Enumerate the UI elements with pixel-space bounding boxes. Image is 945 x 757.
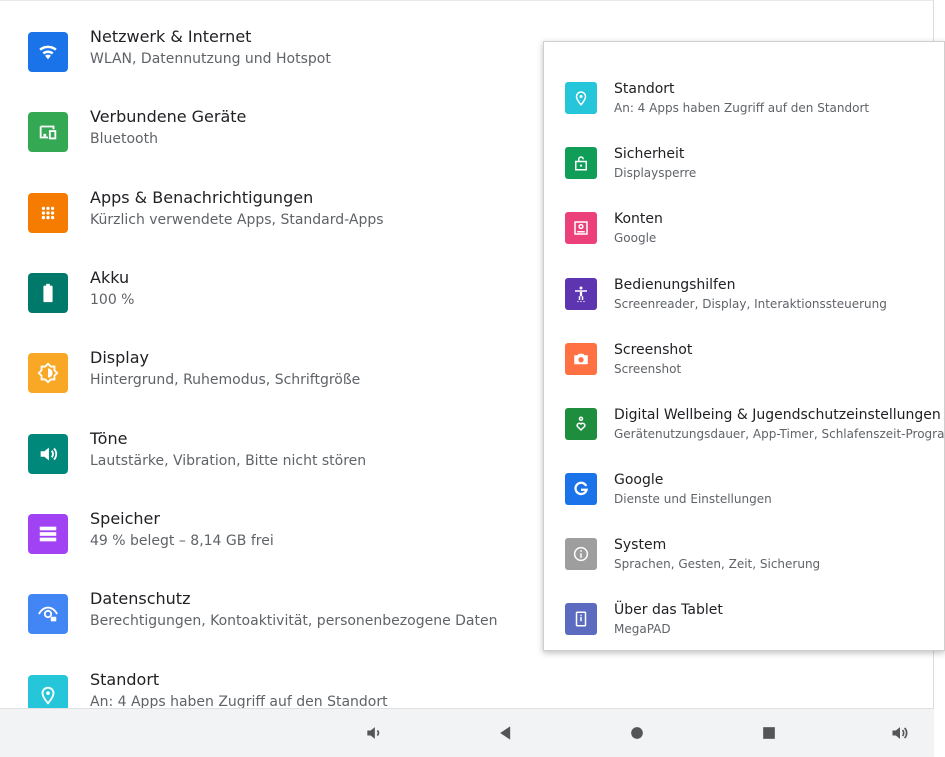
popup-item-subtitle: Gerätenutzungsdauer, App-Timer, Schlafen… [614,427,945,441]
popup-item-title: Bedienungshilfen [614,277,736,293]
popup-item-title: Über das Tablet [614,602,723,618]
popup-item-digital-wellbeing[interactable]: Digital Wellbeing & Jugendschutzeinstell… [544,407,945,468]
recents-icon[interactable] [757,721,781,745]
popup-item-title: Konten [614,211,663,227]
back-icon[interactable] [494,721,518,745]
apps-grid-icon [28,193,68,233]
settings-popup-panel: Standort An: 4 Apps haben Zugriff auf de… [543,41,945,651]
popup-item-title: Google [614,472,664,488]
popup-item-subtitle: MegaPAD [614,622,671,636]
location-pin-icon [28,675,68,708]
popup-item-title: System [614,537,667,553]
volume-icon [28,434,68,474]
brightness-icon [28,353,68,393]
settings-item-title: Verbundene Geräte [90,107,247,126]
storage-icon [28,514,68,554]
popup-item-title: Sicherheit [614,146,685,162]
settings-item-title: Speicher [90,509,160,528]
settings-item-subtitle: Lautstärke, Vibration, Bitte nicht störe… [90,453,367,469]
popup-item-title: Screenshot [614,342,693,358]
settings-item-subtitle: 49 % belegt – 8,14 GB frei [90,533,274,549]
settings-item-subtitle: Berechtigungen, Kontoaktivität, personen… [90,613,498,629]
settings-item-location[interactable]: Standort An: 4 Apps haben Zugriff auf de… [0,669,934,708]
accessibility-icon [565,278,597,310]
account-box-icon [565,212,597,244]
google-g-icon [565,473,597,505]
wifi-icon [28,32,68,72]
popup-item-google[interactable]: Google Dienste und Einstellungen [544,472,945,533]
navigation-bar [0,708,934,757]
lock-open-icon [565,147,597,179]
settings-item-title: Datenschutz [90,589,191,608]
popup-item-subtitle: Dienste und Einstellungen [614,492,772,506]
settings-item-title: Töne [90,429,128,448]
popup-item-about-tablet[interactable]: Über das Tablet MegaPAD [544,602,945,663]
popup-item-subtitle: Sprachen, Gesten, Zeit, Sicherung [614,557,821,571]
settings-item-subtitle: Bluetooth [90,131,158,147]
settings-item-title: Akku [90,268,130,287]
popup-item-location[interactable]: Standort An: 4 Apps haben Zugriff auf de… [544,81,945,142]
popup-item-title: Digital Wellbeing & Jugendschutzeinstell… [614,407,941,423]
volume-down-icon[interactable] [362,721,386,745]
popup-item-subtitle: Displaysperre [614,166,697,180]
privacy-eye-icon [28,594,68,634]
popup-item-subtitle: An: 4 Apps haben Zugriff auf den Standor… [614,101,870,115]
settings-item-subtitle: Kürzlich verwendete Apps, Standard-Apps [90,212,384,228]
popup-item-title: Standort [614,81,675,97]
settings-item-title: Apps & Benachrichtigungen [90,188,314,207]
popup-item-accounts[interactable]: Konten Google [544,211,945,272]
popup-item-security[interactable]: Sicherheit Displaysperre [544,146,945,207]
popup-item-system[interactable]: System Sprachen, Gesten, Zeit, Sicherung [544,537,945,598]
tablet-icon [565,603,597,635]
info-icon [565,538,597,570]
popup-item-subtitle: Google [614,231,657,245]
settings-item-title: Standort [90,670,160,689]
popup-item-subtitle: Screenshot [614,362,682,376]
settings-item-subtitle: Hintergrund, Ruhemodus, Schriftgröße [90,372,361,388]
volume-up-icon[interactable] [888,721,912,745]
settings-item-subtitle: An: 4 Apps haben Zugriff auf den Standor… [90,694,388,708]
popup-item-subtitle: Screenreader, Display, Interaktionssteue… [614,297,887,311]
popup-item-screenshot[interactable]: Screenshot Screenshot [544,342,945,403]
popup-item-accessibility[interactable]: Bedienungshilfen Screenreader, Display, … [544,277,945,338]
camera-icon [565,343,597,375]
wellbeing-heart-icon [565,408,597,440]
settings-item-subtitle: WLAN, Datennutzung und Hotspot [90,51,331,67]
settings-item-title: Netzwerk & Internet [90,27,252,46]
battery-icon [28,273,68,313]
settings-item-subtitle: 100 % [90,292,135,308]
devices-icon [28,112,68,152]
settings-item-title: Display [90,348,149,367]
home-icon[interactable] [625,721,649,745]
location-pin-icon [565,82,597,114]
